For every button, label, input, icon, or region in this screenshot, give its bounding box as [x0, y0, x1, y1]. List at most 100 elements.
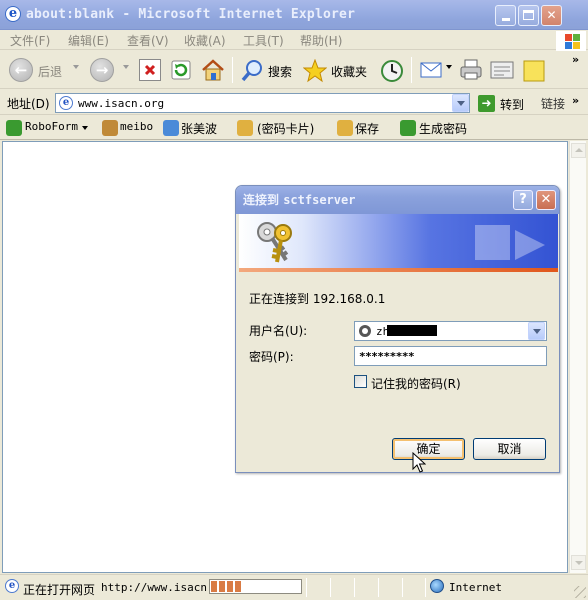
status-text: 正在打开网页 — [23, 583, 96, 597]
ie-icon: e — [5, 6, 21, 22]
back-button-label[interactable]: 后退 — [38, 63, 62, 80]
identity-meibo[interactable]: meibo — [120, 120, 153, 133]
dialog-title: 连接到 sctfserver — [243, 193, 355, 208]
dialog-banner — [239, 214, 558, 272]
username-dropdown-button[interactable] — [528, 322, 545, 340]
minimize-icon — [501, 18, 510, 21]
progress-segment — [227, 581, 233, 592]
menu-tools[interactable]: 工具(T) — [243, 32, 284, 49]
favorites-button-label[interactable]: 收藏夹 — [331, 63, 367, 80]
remember-password-label[interactable]: 记住我的密码(R) — [371, 375, 461, 392]
generate-password-button[interactable]: 生成密码 — [419, 120, 467, 137]
status-divider — [354, 578, 355, 597]
address-url[interactable]: www.isacn.org — [78, 97, 164, 111]
progress-fill — [211, 581, 300, 592]
security-zone-label: Internet — [449, 581, 502, 594]
menu-favorites[interactable]: 收藏(A) — [184, 32, 226, 49]
status-divider — [330, 578, 331, 597]
username-redaction — [387, 325, 437, 336]
menu-edit[interactable]: 编辑(E) — [68, 32, 109, 49]
history-icon[interactable] — [380, 59, 403, 82]
scroll-down-button[interactable] — [571, 555, 586, 570]
scroll-up-button[interactable] — [571, 143, 586, 158]
toolbar-separator — [232, 57, 233, 83]
loading-page-icon: e — [5, 579, 19, 593]
forward-arrow-icon[interactable]: → — [90, 58, 114, 82]
menu-bar: 文件(F) 编辑(E) 查看(V) 收藏(A) 工具(T) 帮助(H) — [0, 30, 588, 51]
connect-dialog: 连接到 sctfserver ? ✕ 正在连接到 192.168.0.1 用户名… — [235, 185, 560, 473]
passcard-icon — [237, 120, 253, 136]
window-title: about:blank - Microsoft Internet Explore… — [26, 7, 356, 22]
go-button-label[interactable]: 转到 — [500, 96, 524, 113]
stop-icon[interactable] — [139, 59, 161, 81]
dialog-close-button[interactable]: ✕ — [536, 190, 556, 210]
vertical-scrollbar[interactable] — [569, 141, 586, 573]
roboform-menu[interactable]: RoboForm — [25, 120, 78, 133]
maximize-button[interactable] — [518, 5, 539, 26]
close-button[interactable]: ✕ — [541, 5, 562, 26]
help-button[interactable]: ? — [513, 190, 533, 210]
status-divider — [306, 578, 307, 597]
username-label: 用户名(U): — [249, 324, 308, 338]
banner-stripe — [239, 268, 558, 272]
status-divider — [378, 578, 379, 597]
forward-dropdown-icon[interactable] — [123, 65, 129, 69]
dialog-titlebar[interactable]: 连接到 sctfserver ? ✕ — [236, 186, 559, 214]
links-label[interactable]: 链接 — [541, 95, 565, 112]
user-icon — [359, 325, 371, 337]
internet-zone-icon — [430, 579, 444, 593]
home-icon[interactable] — [201, 59, 224, 81]
minimize-button[interactable] — [495, 5, 516, 26]
menu-file[interactable]: 文件(F) — [10, 32, 50, 49]
mouse-cursor-icon — [412, 452, 426, 473]
standard-toolbar: ← 后退 → 搜索 收藏夹 » — [0, 51, 588, 89]
roboform-toolbar: RoboForm meibo 张美波 (密码卡片) 保存 生成密码 — [0, 116, 588, 140]
messenger-note-icon[interactable] — [522, 59, 545, 82]
address-dropdown-button[interactable] — [452, 94, 469, 112]
page-icon: e — [59, 96, 73, 110]
remember-password-checkbox[interactable] — [354, 375, 367, 388]
password-value[interactable]: ********* — [359, 350, 415, 363]
address-input[interactable]: e www.isacn.org — [55, 93, 470, 113]
password-label: 密码(P): — [249, 350, 294, 364]
status-url: http://www.isacn. — [101, 581, 214, 594]
go-arrow-icon[interactable]: ➜ — [478, 95, 495, 112]
back-dropdown-icon[interactable] — [73, 65, 79, 69]
refresh-icon[interactable] — [170, 59, 192, 81]
connecting-text: 正在连接到 192.168.0.1 — [249, 290, 385, 307]
identity-zhangmeibo[interactable]: 张美波 — [181, 120, 217, 137]
status-divider — [402, 578, 403, 597]
menu-view[interactable]: 查看(V) — [127, 32, 169, 49]
search-button-label[interactable]: 搜索 — [268, 63, 292, 80]
search-icon[interactable] — [241, 59, 263, 82]
dialog-title-prefix: 连接到 — [243, 193, 280, 207]
connecting-message: 正在连接到 192.168.0.1 — [249, 292, 386, 306]
mail-icon[interactable] — [420, 59, 442, 81]
status-divider — [425, 578, 426, 597]
address-bar: 地址(D) e www.isacn.org ➜ 转到 链接 » — [0, 90, 588, 115]
progress-segment — [219, 581, 225, 592]
mail-dropdown-icon[interactable] — [446, 65, 452, 69]
cancel-button[interactable]: 取消 — [473, 438, 546, 460]
back-arrow-icon[interactable]: ← — [9, 58, 33, 82]
toolbar-overflow-icon[interactable]: » — [572, 54, 579, 66]
save-button[interactable]: 保存 — [355, 120, 379, 137]
windows-logo-icon — [556, 31, 586, 51]
ok-button[interactable]: 确定 — [392, 438, 465, 460]
banner-decoration-icon — [475, 225, 545, 260]
favorites-star-icon[interactable] — [302, 58, 328, 83]
window-titlebar[interactable]: e about:blank - Microsoft Internet Explo… — [0, 0, 588, 30]
links-overflow-icon[interactable]: » — [572, 95, 579, 107]
password-field[interactable]: ********* — [354, 346, 547, 366]
dialog-server-name: sctfserver — [283, 193, 356, 207]
edit-icon[interactable] — [490, 59, 514, 81]
resize-grip[interactable] — [574, 586, 586, 598]
passcard-button[interactable]: (密码卡片) — [257, 120, 314, 137]
print-icon[interactable] — [459, 59, 482, 81]
identity-icon — [102, 120, 118, 136]
menu-help[interactable]: 帮助(H) — [300, 32, 342, 49]
save-icon — [337, 120, 353, 136]
username-combobox[interactable]: zh — [354, 321, 547, 341]
roboform-dropdown-icon[interactable] — [82, 126, 88, 130]
status-bar: e 正在打开网页 http://www.isacn. Internet — [0, 574, 588, 600]
